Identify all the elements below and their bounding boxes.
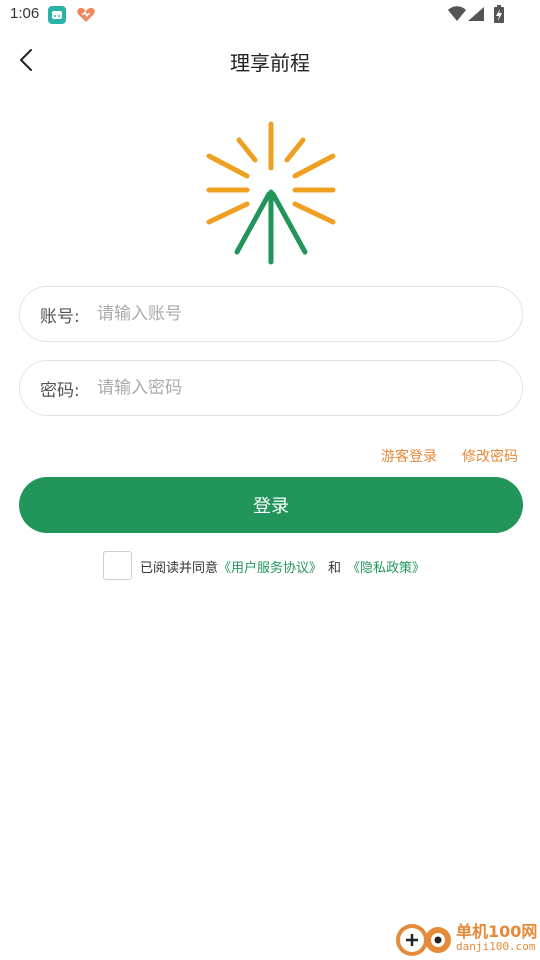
heart-app-icon bbox=[76, 6, 96, 24]
login-button[interactable]: 登录 bbox=[19, 477, 523, 533]
app-logo bbox=[203, 118, 339, 268]
battery-charging-icon bbox=[493, 5, 505, 28]
agreement-prefix: 已阅读并同意 bbox=[140, 561, 219, 576]
account-input[interactable] bbox=[97, 295, 497, 333]
page-title: 理享前程 bbox=[230, 51, 310, 75]
site-watermark: 单机100网 danji100.com bbox=[390, 916, 540, 960]
guest-login-link[interactable]: 游客登录 bbox=[381, 446, 437, 466]
account-field[interactable]: 账号: bbox=[19, 286, 523, 342]
account-label: 账号: bbox=[40, 307, 80, 327]
wifi-icon bbox=[448, 6, 466, 26]
agreement-checkbox[interactable] bbox=[103, 551, 132, 580]
modify-password-link[interactable]: 修改密码 bbox=[462, 446, 518, 466]
watermark-url: danji100.com bbox=[456, 940, 536, 953]
password-input[interactable] bbox=[97, 369, 497, 407]
nav-bar: 理享前程 bbox=[0, 36, 540, 84]
agreement-text: 已阅读并同意《用户服务协议》和《隐私政策》 bbox=[140, 557, 425, 576]
watermark-name: 单机100网 bbox=[456, 922, 538, 941]
password-label: 密码: bbox=[40, 381, 80, 401]
status-bar: 1:06 bbox=[0, 0, 540, 30]
watermark-logo-icon bbox=[396, 924, 451, 956]
privacy-policy-link[interactable]: 《隐私政策》 bbox=[347, 561, 425, 576]
app-notification-icon bbox=[48, 6, 66, 24]
status-time: 1:06 bbox=[10, 5, 40, 22]
agreement-and: 和 bbox=[328, 561, 342, 576]
password-field[interactable]: 密码: bbox=[19, 360, 523, 416]
user-agreement-link[interactable]: 《用户服务协议》 bbox=[218, 561, 322, 576]
cell-signal-icon bbox=[467, 6, 485, 26]
